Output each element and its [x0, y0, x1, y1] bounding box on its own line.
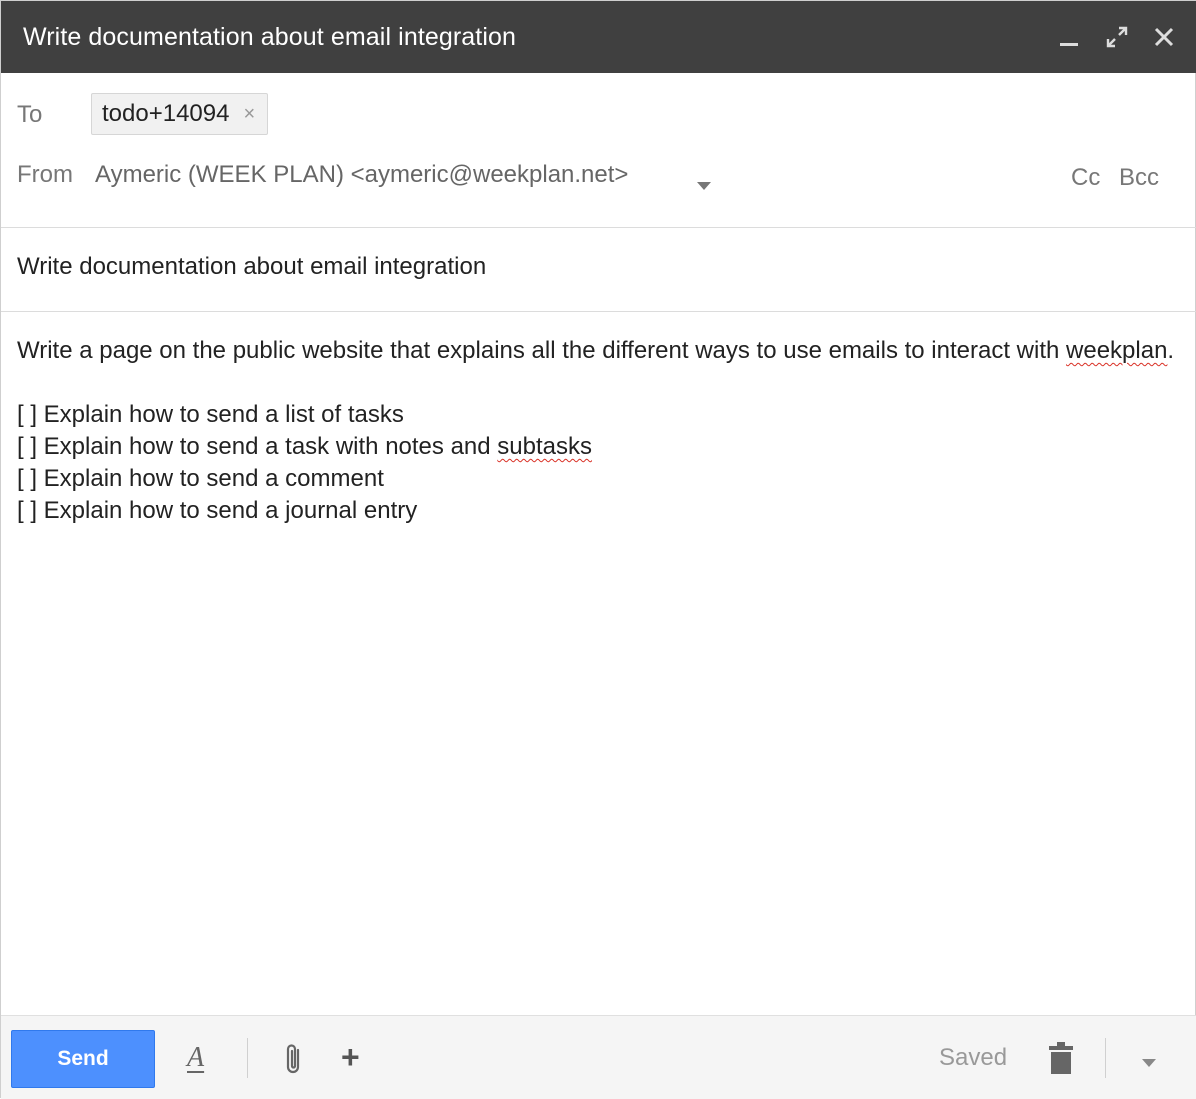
- header-divider: [1, 227, 1196, 228]
- checklist-item: [ ] Explain how to send a list of tasks: [17, 401, 404, 428]
- checklist-item: [ ] Explain how to send a comment: [17, 465, 384, 492]
- minimize-button[interactable]: [1051, 19, 1087, 55]
- expand-icon: [1106, 26, 1128, 48]
- message-body[interactable]: Write a page on the public website that …: [17, 335, 1181, 527]
- to-row: To todo+14094 ×: [1, 73, 1196, 153]
- more-menu-button[interactable]: [1142, 1054, 1156, 1072]
- toolbar-separator: [247, 1038, 248, 1078]
- minimize-icon: [1060, 43, 1078, 46]
- attach-file-button[interactable]: [283, 1042, 305, 1081]
- recipient-chip[interactable]: todo+14094 ×: [91, 93, 269, 135]
- more-options-button[interactable]: +: [341, 1041, 360, 1073]
- trash-icon: [1049, 1042, 1073, 1074]
- remove-recipient-icon[interactable]: ×: [243, 103, 255, 126]
- compose-toolbar: Send A + Saved: [1, 1015, 1196, 1099]
- checklist-item: [ ] Explain how to send a task with note…: [17, 433, 592, 460]
- caret-down-icon: [697, 182, 711, 190]
- caret-down-icon: [1142, 1059, 1156, 1067]
- misspelled-word: subtasks: [497, 433, 592, 460]
- paperclip-icon: [286, 1044, 300, 1074]
- compose-window: Write documentation about email integrat…: [0, 0, 1196, 1099]
- from-address[interactable]: Aymeric (WEEK PLAN) <aymeric@weekplan.ne…: [95, 161, 628, 189]
- toolbar-separator: [1105, 1038, 1106, 1078]
- subject-divider: [1, 311, 1196, 312]
- body-paragraph: Write a page on the public website that …: [17, 337, 1175, 364]
- to-label: To: [17, 101, 43, 128]
- close-button[interactable]: [1146, 19, 1182, 55]
- compose-title: Write documentation about email integrat…: [23, 23, 517, 51]
- close-icon: [1154, 27, 1174, 47]
- recipient-chip-label: todo+14094: [102, 100, 230, 127]
- cc-link[interactable]: Cc: [1071, 164, 1100, 192]
- checklist-item: [ ] Explain how to send a journal entry: [17, 497, 418, 524]
- compose-titlebar[interactable]: Write documentation about email integrat…: [1, 1, 1196, 73]
- from-row: From Aymeric (WEEK PLAN) <aymeric@weekpl…: [1, 153, 1196, 227]
- bcc-link[interactable]: Bcc: [1119, 164, 1159, 192]
- discard-draft-button[interactable]: [1047, 1042, 1075, 1081]
- send-button[interactable]: Send: [11, 1030, 155, 1088]
- from-dropdown-button[interactable]: [697, 177, 711, 195]
- from-label: From: [17, 161, 73, 188]
- expand-button[interactable]: [1099, 19, 1135, 55]
- misspelled-word: weekplan: [1066, 337, 1168, 364]
- saved-status: Saved: [939, 1044, 1008, 1071]
- subject-field[interactable]: Write documentation about email integrat…: [17, 253, 486, 281]
- formatting-options-icon[interactable]: A: [187, 1042, 204, 1074]
